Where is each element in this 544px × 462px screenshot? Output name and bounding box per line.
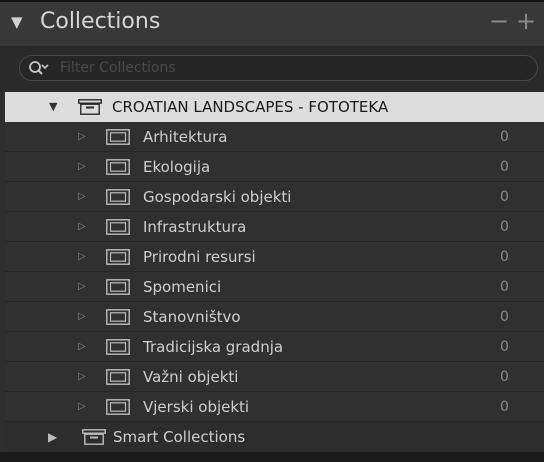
collection-icon: [106, 339, 130, 355]
collection-count: 0: [500, 309, 509, 325]
collection-row[interactable]: ▷ Vjerski objekti 0: [5, 392, 544, 422]
expand-triangle-icon[interactable]: ▶: [48, 431, 57, 443]
collection-icon: [106, 309, 130, 325]
collections-tree: ▼ CROATIAN LANDSCAPES - FOTOTEKA ▷ Arhitekt…: [5, 92, 544, 422]
smart-collections-label: Smart Collections: [113, 428, 246, 446]
collection-icon: [106, 129, 130, 145]
collection-row[interactable]: ▷ Spomenici 0: [5, 272, 544, 302]
collection-count: 0: [500, 189, 509, 205]
collection-icon: [106, 159, 130, 175]
collection-name: Ekologija: [143, 158, 211, 176]
collection-count: 0: [500, 399, 509, 415]
panel-title: Collections: [40, 9, 161, 34]
collection-name: Vjerski objekti: [143, 398, 250, 416]
collection-row[interactable]: ▷ Infrastruktura 0: [5, 212, 544, 242]
collection-set-icon: [78, 99, 102, 115]
collection-count: 0: [500, 279, 509, 295]
remove-collection-button[interactable]: −: [489, 7, 509, 35]
collection-count: 0: [500, 219, 509, 235]
collection-disclosure-icon[interactable]: ▷: [78, 341, 86, 353]
collection-name: Gospodarski objekti: [143, 188, 292, 206]
collection-disclosure-icon[interactable]: ▷: [78, 131, 86, 143]
collection-icon: [106, 189, 130, 205]
collection-disclosure-icon[interactable]: ▷: [78, 251, 86, 263]
expanded-triangle-icon[interactable]: ▼: [49, 101, 57, 113]
collection-row[interactable]: ▷ Stanovništvo 0: [5, 302, 544, 332]
collection-set-label: CROATIAN LANDSCAPES - FOTOTEKA: [112, 98, 389, 116]
collection-name: Tradicijska gradnja: [143, 338, 284, 356]
collection-count: 0: [500, 249, 509, 265]
collection-row[interactable]: ▷ Tradicijska gradnja 0: [5, 332, 544, 362]
collection-row[interactable]: ▷ Arhitektura 0: [5, 122, 544, 152]
collection-name: Prirodni resursi: [143, 248, 256, 266]
collection-set-row[interactable]: ▼ CROATIAN LANDSCAPES - FOTOTEKA: [5, 92, 544, 122]
collection-row[interactable]: ▷ Prirodni resursi 0: [5, 242, 544, 272]
add-collection-button[interactable]: +: [516, 7, 536, 35]
collapse-triangle-icon[interactable]: ▼: [11, 13, 23, 31]
collections-panel: ▼ Collections − + ▼ CROATIAN LANDSCAPES -…: [0, 0, 544, 462]
collection-icon: [106, 369, 130, 385]
collection-icon: [106, 249, 130, 265]
search-icon[interactable]: [28, 59, 50, 79]
collection-count: 0: [500, 339, 509, 355]
collection-name: Arhitektura: [143, 128, 228, 146]
collection-icon: [106, 399, 130, 415]
collection-row[interactable]: ▷ Važni objekti 0: [5, 362, 544, 392]
collection-count: 0: [500, 159, 509, 175]
collection-icon: [106, 279, 130, 295]
collection-row[interactable]: ▷ Ekologija 0: [5, 152, 544, 182]
collection-disclosure-icon[interactable]: ▷: [78, 281, 86, 293]
smart-collection-set-icon: [82, 429, 106, 445]
collection-name: Važni objekti: [143, 368, 239, 386]
collection-icon: [106, 219, 130, 235]
collection-disclosure-icon[interactable]: ▷: [78, 161, 86, 173]
collection-disclosure-icon[interactable]: ▷: [78, 191, 86, 203]
panel-footer: [0, 452, 544, 462]
collection-count: 0: [500, 129, 509, 145]
collection-disclosure-icon[interactable]: ▷: [78, 401, 86, 413]
collection-disclosure-icon[interactable]: ▷: [78, 311, 86, 323]
collection-row[interactable]: ▷ Gospodarski objekti 0: [5, 182, 544, 212]
smart-collections-row[interactable]: ▶ Smart Collections: [5, 422, 544, 452]
collection-name: Infrastruktura: [143, 218, 247, 236]
collection-name: Stanovništvo: [143, 308, 241, 326]
collection-disclosure-icon[interactable]: ▷: [78, 221, 86, 233]
filter-collections-search: [19, 55, 538, 81]
collection-name: Spomenici: [143, 278, 222, 296]
panel-header[interactable]: ▼ Collections − +: [0, 0, 544, 46]
collection-count: 0: [500, 369, 509, 385]
filter-collections-input[interactable]: [60, 58, 500, 78]
collection-disclosure-icon[interactable]: ▷: [78, 371, 86, 383]
